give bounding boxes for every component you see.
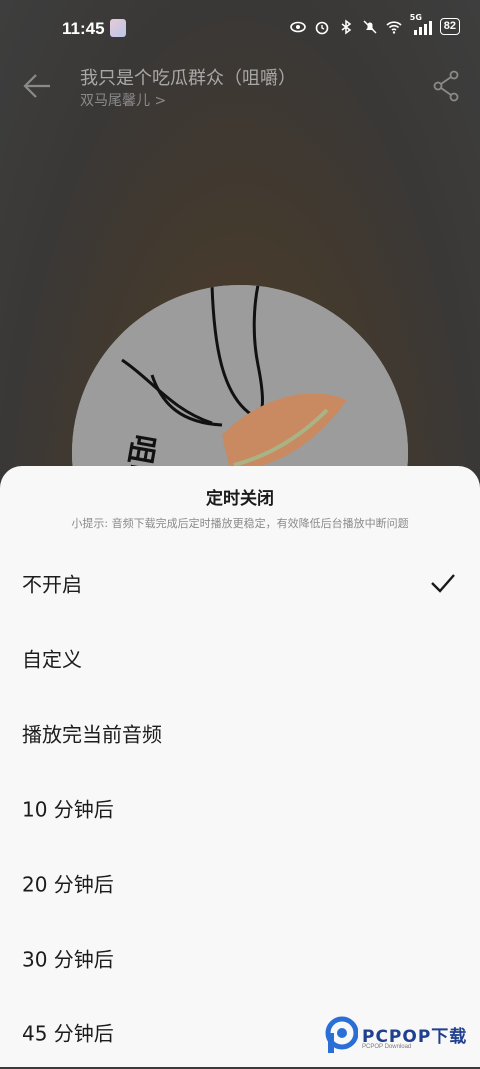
battery-indicator: 82 (439, 18, 460, 35)
share-icon[interactable] (432, 70, 460, 102)
wifi-icon (386, 20, 402, 34)
song-title: 我只是个吃瓜群众（咀嚼） (80, 68, 296, 89)
pcpop-logo-icon (325, 1016, 358, 1053)
eye-icon (289, 21, 306, 32)
signal-icon: 5G (410, 13, 432, 35)
check-icon (431, 573, 455, 593)
option-label: 播放完当前音频 (22, 722, 162, 746)
option-20-min[interactable]: 20 分钟后 (0, 845, 480, 920)
app-notification-icon (110, 19, 126, 37)
status-bar: 11:45 5G 82 (0, 0, 480, 60)
artist-link[interactable]: 双马尾馨儿 > (80, 90, 166, 110)
option-30-min[interactable]: 30 分钟后 (0, 920, 480, 995)
option-10-min[interactable]: 10 分钟后 (0, 770, 480, 845)
option-label: 10 分钟后 (22, 797, 114, 821)
option-label: 不开启 (22, 572, 82, 596)
back-arrow-icon[interactable] (22, 72, 54, 100)
option-label: 45 分钟后 (22, 1021, 114, 1045)
sheet-title: 定时关闭 (206, 489, 274, 509)
sheet-hint: 小提示: 音频下载完成后定时播放更稳定，有效降低后台播放中断问题 (71, 517, 409, 530)
status-icons: 5G 82 (289, 13, 460, 35)
watermark: PCPOP下载 PCPOP Download (324, 1014, 474, 1058)
option-label: 30 分钟后 (22, 947, 114, 971)
option-off[interactable]: 不开启 (0, 545, 480, 620)
option-end-of-track[interactable]: 播放完当前音频 (0, 695, 480, 770)
option-label: 自定义 (22, 647, 82, 671)
option-label: 20 分钟后 (22, 872, 114, 896)
player-topbar: 我只是个吃瓜群众（咀嚼） 双马尾馨儿 > (0, 60, 480, 120)
watermark-subtext: PCPOP Download (362, 1044, 412, 1050)
mute-icon (363, 19, 377, 34)
alarm-icon (315, 21, 329, 34)
status-time: 11:45 (62, 19, 105, 38)
bluetooth-icon (341, 19, 351, 34)
sleep-timer-sheet: 定时关闭 小提示: 音频下载完成后定时播放更稳定，有效降低后台播放中断问题 不开… (0, 466, 480, 1067)
option-custom[interactable]: 自定义 (0, 620, 480, 695)
